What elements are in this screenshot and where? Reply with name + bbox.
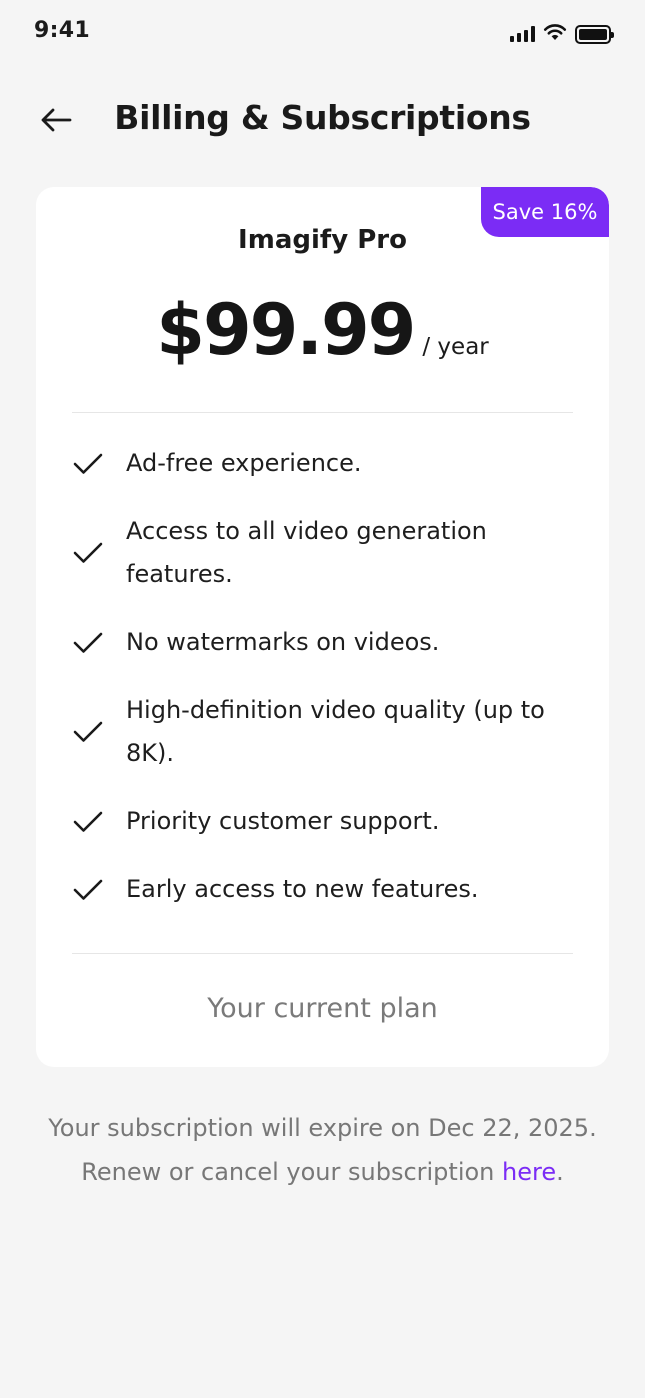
subscription-note: Your subscription will expire on Dec 22,… — [0, 1106, 645, 1194]
renew-trailing: . — [556, 1158, 564, 1186]
feature-item: High-definition video quality (up to 8K)… — [72, 689, 552, 775]
current-plan-label: Your current plan — [207, 993, 438, 1024]
plan-name: Imagify Pro — [238, 225, 407, 255]
renew-text: Renew or cancel your subscription — [81, 1158, 503, 1186]
wifi-icon — [543, 23, 567, 45]
feature-text: Access to all video generation features. — [126, 517, 487, 588]
feature-text: Priority customer support. — [126, 807, 440, 835]
feature-item: Priority customer support. — [72, 800, 573, 843]
price-row: $99.99 / year — [36, 289, 609, 371]
feature-text: High-definition video quality (up to 8K)… — [126, 696, 545, 767]
feature-item: Ad-free experience. — [72, 442, 573, 485]
expiry-text: Your subscription will expire on Dec 22,… — [48, 1114, 597, 1142]
feature-text: Early access to new features. — [126, 875, 479, 903]
cellular-signal-icon — [510, 26, 535, 42]
plan-price: $99.99 — [156, 289, 416, 371]
manage-subscription-link[interactable]: here — [502, 1158, 556, 1186]
renew-line: Renew or cancel your subscription here. — [0, 1150, 645, 1194]
feature-list: Ad-free experience. Access to all video … — [72, 442, 573, 911]
page-title: Billing & Subscriptions — [114, 98, 531, 137]
checkmark-icon — [72, 541, 126, 565]
battery-icon — [575, 24, 614, 44]
checkmark-icon — [72, 720, 126, 744]
divider-top — [72, 412, 573, 413]
feature-text: No watermarks on videos. — [126, 628, 440, 656]
plan-card: Save 16% Imagify Pro $99.99 / year Ad-fr… — [36, 187, 609, 1067]
divider-bottom — [72, 953, 573, 954]
plan-period: / year — [422, 334, 489, 360]
checkmark-icon — [72, 631, 126, 655]
checkmark-icon — [72, 452, 126, 476]
feature-item: No watermarks on videos. — [72, 621, 573, 664]
feature-item: Early access to new features. — [72, 868, 573, 911]
checkmark-icon — [72, 810, 126, 834]
status-time: 9:41 — [34, 18, 90, 43]
status-icons — [510, 22, 614, 46]
billing-screen: 9:41 Billing & Subscriptions Save 16% Im… — [0, 0, 645, 1398]
checkmark-icon — [72, 878, 126, 902]
status-bar: 9:41 — [0, 0, 645, 64]
feature-item: Access to all video generation features. — [72, 510, 512, 596]
feature-text: Ad-free experience. — [126, 449, 362, 477]
